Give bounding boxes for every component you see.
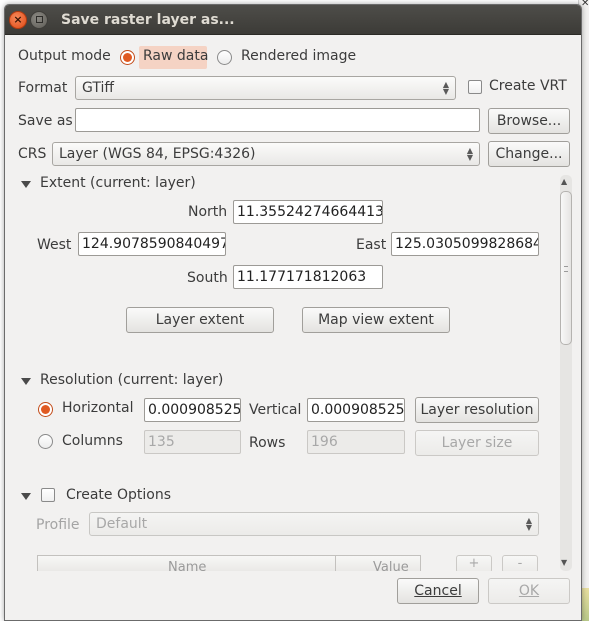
south-label: South [187, 270, 228, 286]
scrollbar-thumb[interactable] [560, 191, 572, 345]
extent-header[interactable]: Extent (current: layer) [40, 175, 196, 191]
create-options-header[interactable]: Create Options [66, 487, 171, 503]
create-vrt-checkbox[interactable] [468, 80, 482, 94]
format-label: Format [18, 80, 68, 96]
title-bar[interactable]: × Save raster layer as... [5, 5, 581, 35]
north-label: North [188, 204, 228, 220]
ok-label: OK [518, 583, 540, 599]
background-close-glyph: ✕ [581, 0, 589, 9]
save-raster-dialog: × Save raster layer as... Output mode Ra… [4, 4, 582, 621]
crs-select[interactable]: Layer (WGS 84, EPSG:4326) ▲ ▼ [52, 142, 480, 166]
scroll-up-icon[interactable]: ▲ [561, 177, 567, 186]
browse-button[interactable]: Browse... [488, 108, 570, 134]
rendered-image-label[interactable]: Rendered image [241, 48, 356, 64]
dialog-title: Save raster layer as... [61, 11, 235, 28]
horizontal-input[interactable]: 0.000908525 [144, 398, 241, 422]
rows-input[interactable]: 196 [307, 430, 405, 454]
ok-button[interactable]: OK [488, 578, 570, 604]
horizontal-radio[interactable] [38, 402, 53, 417]
east-label: East [356, 237, 387, 253]
map-view-extent-button[interactable]: Map view extent [302, 307, 450, 333]
north-input[interactable]: 11.355242746644132 [233, 200, 383, 224]
rendered-image-radio[interactable] [217, 50, 232, 65]
layer-extent-button[interactable]: Layer extent [126, 307, 274, 333]
profile-label: Profile [36, 517, 80, 533]
scroll-down-icon[interactable]: ▼ [561, 558, 567, 567]
west-label: West [37, 237, 72, 253]
updown-arrows-icon: ▲ ▼ [466, 146, 473, 162]
columns-label[interactable]: Columns [62, 433, 123, 449]
cancel-button[interactable]: Cancel [397, 578, 479, 604]
resolution-collapse-icon[interactable] [21, 378, 31, 385]
south-input[interactable]: 11.177171812063 [233, 265, 383, 289]
updown-arrows-icon: ▲ ▼ [442, 80, 449, 96]
maximize-icon[interactable] [30, 10, 48, 29]
close-icon[interactable]: × [9, 10, 27, 29]
raw-data-radio[interactable] [120, 50, 135, 65]
crs-label: CRS [18, 146, 47, 162]
extent-collapse-icon[interactable] [21, 181, 31, 188]
create-vrt-label[interactable]: Create VRT [489, 78, 567, 94]
columns-radio[interactable] [38, 434, 53, 449]
crs-value: Layer (WGS 84, EPSG:4326) [59, 146, 256, 162]
format-value: GTiff [82, 80, 115, 96]
create-options-checkbox[interactable] [41, 488, 55, 502]
vertical-input[interactable]: 0.000908525 [307, 398, 405, 422]
west-input[interactable]: 124.90785908404979 [78, 232, 226, 256]
east-input[interactable]: 125.03050998286842 [391, 232, 539, 256]
updown-arrows-icon: ▲ ▼ [525, 516, 532, 532]
vertical-label: Vertical [249, 402, 302, 418]
rows-label: Rows [249, 435, 286, 451]
columns-input[interactable]: 135 [144, 430, 241, 454]
change-crs-button[interactable]: Change... [488, 141, 570, 167]
profile-select[interactable]: Default ▲ ▼ [89, 512, 539, 536]
layer-resolution-button[interactable]: Layer resolution [415, 397, 539, 423]
create-options-collapse-icon[interactable] [21, 493, 31, 500]
profile-value: Default [96, 516, 148, 532]
format-select[interactable]: GTiff ▲ ▼ [75, 76, 456, 100]
horizontal-label[interactable]: Horizontal [62, 400, 133, 416]
output-mode-label: Output mode [18, 48, 111, 64]
resolution-header[interactable]: Resolution (current: layer) [40, 372, 223, 388]
cancel-label: Cancel [414, 583, 462, 599]
raw-data-label[interactable]: Raw data [143, 48, 208, 64]
save-as-label: Save as [18, 113, 73, 129]
layer-size-button[interactable]: Layer size [415, 430, 539, 456]
save-as-input[interactable] [75, 108, 480, 132]
scrollbar-grip [564, 266, 568, 272]
